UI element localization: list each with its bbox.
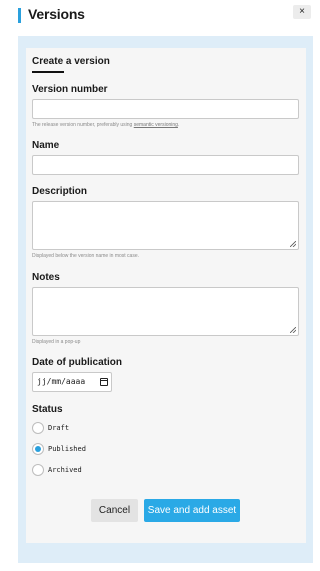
- dialog-header: Versions ×: [0, 0, 315, 34]
- version-number-hint-text: The release version number, preferably u…: [32, 122, 134, 128]
- version-number-hint: The release version number, preferably u…: [32, 122, 179, 128]
- version-number-label: Version number: [32, 84, 108, 95]
- resize-handle-icon[interactable]: [290, 327, 296, 333]
- radio-draft-label[interactable]: Draft: [48, 424, 69, 432]
- radio-archived-label[interactable]: Archived: [48, 466, 82, 474]
- radio-archived[interactable]: [32, 464, 44, 476]
- notes-textarea[interactable]: [32, 287, 299, 336]
- resize-handle-icon[interactable]: [290, 241, 296, 247]
- radio-draft[interactable]: [32, 422, 44, 434]
- description-textarea[interactable]: [32, 201, 299, 250]
- title-accent-bar: [18, 8, 21, 23]
- name-input[interactable]: [32, 155, 299, 175]
- description-label: Description: [32, 186, 88, 197]
- description-hint: Displayed below the version name in most…: [32, 253, 139, 259]
- status-label: Status: [32, 404, 63, 415]
- date-placeholder: jj/mm/aaaa: [37, 377, 86, 386]
- date-label: Date of publication: [32, 357, 122, 368]
- calendar-icon[interactable]: [100, 378, 108, 386]
- version-number-input[interactable]: [32, 99, 299, 119]
- notes-label: Notes: [32, 272, 60, 283]
- radio-published-label[interactable]: Published: [48, 445, 86, 453]
- version-number-hint-end: .: [177, 122, 180, 128]
- notes-hint: Displayed in a pop-up: [32, 339, 81, 345]
- save-and-add-asset-button[interactable]: Save and add asset: [144, 499, 240, 522]
- tab-create-version[interactable]: Create a version: [32, 56, 110, 67]
- tab-active-indicator: [32, 71, 64, 73]
- cancel-button[interactable]: Cancel: [91, 499, 138, 522]
- close-button[interactable]: ×: [293, 5, 311, 19]
- name-label: Name: [32, 140, 60, 151]
- semantic-versioning-link[interactable]: semantic versioning: [134, 122, 178, 128]
- dialog-title: Versions: [28, 6, 85, 22]
- radio-published[interactable]: [32, 443, 44, 455]
